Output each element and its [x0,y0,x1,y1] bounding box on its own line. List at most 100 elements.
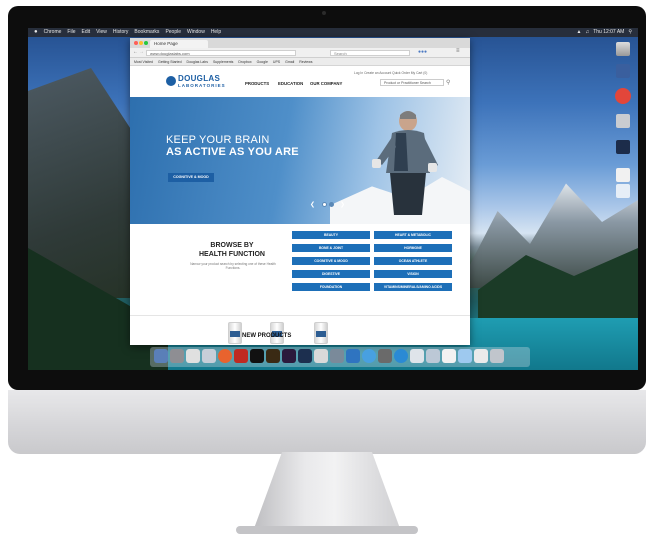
indesign-icon[interactable] [282,349,296,363]
site-search-input[interactable]: Product or Practitioner Search [380,79,444,86]
menu-item-help[interactable]: Help [211,28,221,37]
app-icon[interactable] [186,349,200,363]
bookmark-item[interactable]: Most Visited [134,60,153,64]
app-icon[interactable] [330,349,344,363]
bookmark-item[interactable]: Supplements [213,60,233,64]
menu-item-edit[interactable]: Edit [81,28,90,37]
illustrator-icon[interactable] [266,349,280,363]
safari-icon[interactable] [362,349,376,363]
app-icon[interactable] [202,349,216,363]
category-ocean-athlete[interactable]: OCEAN ATHLETE [374,257,452,265]
app-icon[interactable] [426,349,440,363]
product-bottle[interactable] [314,322,328,344]
category-digestive[interactable]: DIGESTIVE [292,270,370,278]
carousel-dot[interactable] [322,202,327,207]
hero-runner-image [372,111,438,215]
address-toolbar: ← → www.douglaslabs.com Search ●●● ≡ [130,48,470,58]
menu-item-window[interactable]: Window [187,28,205,37]
finder-icon[interactable] [154,349,168,363]
apple-icon[interactable]: ● [34,28,38,37]
category-hormone[interactable]: HORMONE [374,244,452,252]
desktop-icon-dark[interactable] [608,140,638,154]
menu-item-chrome[interactable]: Chrome [44,28,62,37]
nav-products[interactable]: PRODUCTS [245,81,269,86]
hero-headline-line1: KEEP YOUR BRAIN [166,134,270,146]
preview-icon[interactable] [410,349,424,363]
forward-arrow-icon[interactable]: → [139,49,144,55]
wifi-icon[interactable]: ▲ [576,28,581,37]
product-bottle[interactable] [228,322,242,344]
zoom-window-icon[interactable] [144,41,148,45]
category-cognitive-mood[interactable]: COGNITIVE & MOOD [292,257,370,265]
category-vision[interactable]: VISION [374,270,452,278]
desktop-icon-hd[interactable] [608,42,638,56]
minimize-window-icon[interactable] [139,41,143,45]
launchpad-icon[interactable] [170,349,184,363]
search-icon[interactable]: ⚲ [628,28,632,37]
bookmark-item[interactable]: Gmail [285,60,294,64]
skype-icon[interactable] [394,349,408,363]
carousel-prev-icon[interactable]: ❮ [310,201,315,208]
category-vitamins-minerals[interactable]: VITAMINS/MINERALS/AMINO ACIDS [374,283,452,291]
product-label [230,331,240,337]
douglas-logo-icon[interactable] [166,76,176,86]
close-window-icon[interactable] [134,41,138,45]
bookmarks-bar: Most Visited Getting Started Douglas Lab… [130,58,470,66]
url-input[interactable]: www.douglaslabs.com [146,49,296,56]
category-bone-joint[interactable]: BONE & JOINT [292,244,370,252]
category-beauty[interactable]: BEAUTY [292,231,370,239]
menu-icon[interactable]: ≡ [456,48,460,54]
dock [150,347,530,367]
document-icon [616,184,630,198]
acrobat-icon[interactable] [314,349,328,363]
menu-item-file[interactable]: File [67,28,75,37]
utility-links[interactable]: Log In Create an Account Quick Order My … [354,71,427,75]
imac-stand [252,452,402,534]
photoshop-icon[interactable] [298,349,312,363]
hero-headline-line2: AS ACTIVE AS YOU ARE [166,146,299,158]
menu-item-people[interactable]: People [165,28,181,37]
nav-education[interactable]: EDUCATION [278,81,303,86]
menu-item-view[interactable]: View [96,28,107,37]
tab-home-page[interactable]: Home Page [150,40,208,48]
carousel-next-icon[interactable]: ❯ [340,201,345,208]
clock[interactable]: Thu 12:07 AM [593,28,624,37]
desktop-icon-red[interactable] [608,88,638,104]
bookmark-item[interactable]: Getting Started [158,60,182,64]
bookmark-item[interactable]: Reviews [299,60,312,64]
menu-item-history[interactable]: History [113,28,129,37]
desktop-icon-app[interactable] [608,64,638,78]
bookmark-item[interactable]: Douglas Labs [187,60,208,64]
volume-icon[interactable]: ♫ [585,28,589,37]
menu-item-bookmarks[interactable]: Bookmarks [134,28,159,37]
terminal-icon[interactable] [250,349,264,363]
category-foundation[interactable]: FOUNDATION [292,283,370,291]
disk-icon [616,114,630,128]
browse-section: BROWSE BY HEALTH FUNCTION Narrow your pr… [130,224,470,309]
bookmark-item[interactable]: UPS [273,60,280,64]
bookmark-item[interactable]: Dropbox [238,60,251,64]
firefox-icon[interactable] [218,349,232,363]
extension-icon[interactable]: ●●● [418,49,427,55]
dark-app-icon [616,140,630,154]
filezilla-icon[interactable] [234,349,248,363]
nav-our-company[interactable]: OUR COMPANY [310,81,342,86]
desktop-icon-disk[interactable] [608,114,638,128]
logo-subtext[interactable]: LABORATORIES [178,83,226,88]
app-icon[interactable] [378,349,392,363]
logo-text[interactable]: DOUGLAS [178,74,220,83]
back-arrow-icon[interactable]: ← [133,49,138,55]
carousel-dot-active[interactable] [329,202,334,207]
trash-icon[interactable] [490,349,504,363]
category-heart-metabolic[interactable]: HEART & METABOLIC [374,231,452,239]
browser-search-input[interactable]: Search [330,49,410,56]
app-icon[interactable] [346,349,360,363]
app-icon[interactable] [474,349,488,363]
search-icon[interactable]: ⚲ [446,79,450,86]
desktop-icon-doc2[interactable] [608,184,638,198]
hero-cta-button[interactable]: COGNITIVE & MOOD [168,173,214,182]
folder-icon[interactable] [458,349,472,363]
desktop-icon-doc[interactable] [608,168,638,182]
bookmark-item[interactable]: Google [257,60,268,64]
document-icon[interactable] [442,349,456,363]
